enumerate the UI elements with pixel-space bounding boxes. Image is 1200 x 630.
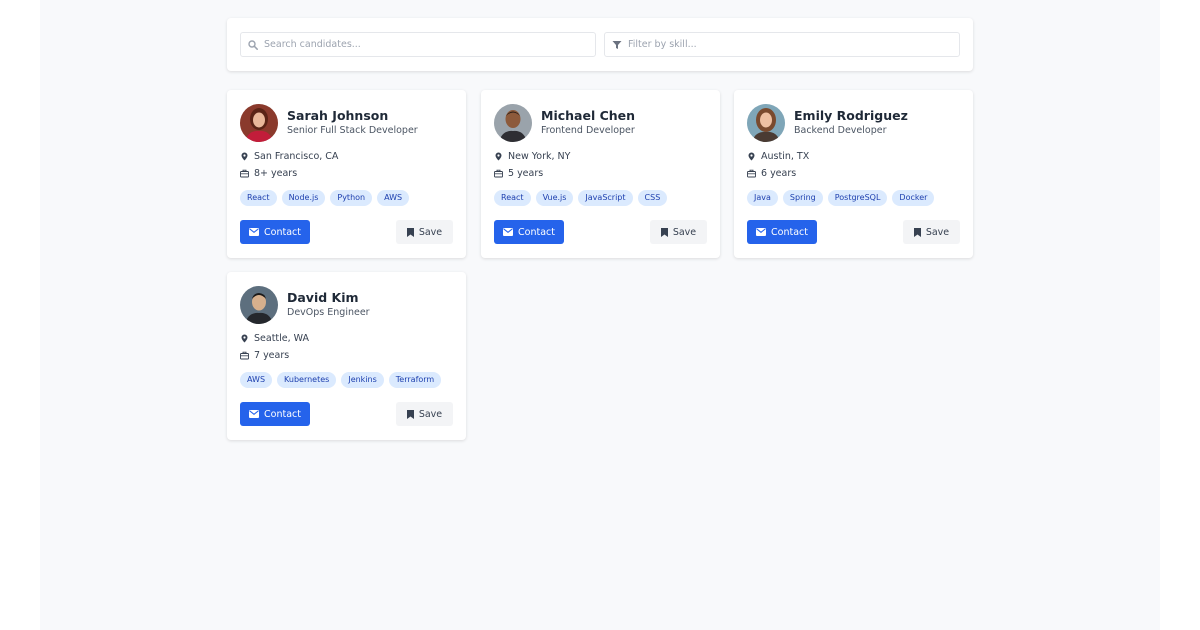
skill-tag: CSS (637, 190, 668, 206)
search-field[interactable] (240, 32, 596, 57)
filter-icon (612, 40, 622, 49)
avatar (494, 104, 532, 142)
save-label: Save (418, 226, 443, 238)
candidate-role: DevOps Engineer (287, 307, 370, 318)
skill-tag: Spring (782, 190, 823, 206)
map-pin-icon (241, 334, 248, 343)
candidate-card: Sarah Johnson Senior Full Stack Develope… (227, 90, 466, 258)
location-text: New York, NY (508, 151, 571, 162)
experience-text: 8+ years (254, 168, 298, 179)
contact-label: Contact (264, 226, 301, 238)
contact-button[interactable]: Contact (494, 220, 564, 244)
search-bar (227, 18, 973, 71)
skill-tag: Jenkins (341, 372, 384, 388)
save-label: Save (418, 408, 443, 420)
page-content: Sarah Johnson Senior Full Stack Develope… (40, 0, 1160, 630)
candidate-location: Austin, TX (747, 151, 809, 162)
candidate-card: Michael Chen Frontend Developer New York… (481, 90, 720, 258)
candidate-name: David Kim (287, 290, 359, 305)
avatar (240, 104, 278, 142)
skill-tags: AWS Kubernetes Jenkins Terraform (240, 372, 442, 388)
save-label: Save (672, 226, 697, 238)
experience-text: 6 years (761, 168, 797, 179)
skill-tag: AWS (240, 372, 273, 388)
map-pin-icon (495, 152, 502, 161)
skill-tag: PostgreSQL (827, 190, 888, 206)
save-button[interactable]: Save (903, 220, 960, 244)
briefcase-icon (494, 169, 503, 178)
candidate-name: Sarah Johnson (287, 108, 389, 123)
skill-tag: Vue.js (535, 190, 574, 206)
mail-icon (503, 228, 514, 236)
candidate-card: Emily Rodriguez Backend Developer Austin… (734, 90, 973, 258)
contact-button[interactable]: Contact (240, 402, 310, 426)
candidate-experience: 7 years (240, 350, 289, 361)
avatar (240, 286, 278, 324)
skill-tag: Python (330, 190, 373, 206)
bookmark-icon (660, 227, 668, 237)
filter-field[interactable] (604, 32, 960, 57)
briefcase-icon (240, 351, 249, 360)
avatar (747, 104, 785, 142)
skill-tag: Docker (892, 190, 935, 206)
briefcase-icon (747, 169, 756, 178)
candidate-role: Backend Developer (794, 125, 887, 136)
candidate-location: San Francisco, CA (240, 151, 338, 162)
location-text: San Francisco, CA (254, 151, 339, 162)
skill-tag: Java (747, 190, 778, 206)
search-icon (248, 39, 258, 50)
location-text: Seattle, WA (254, 333, 310, 344)
skill-tags: React Vue.js JavaScript CSS (494, 190, 668, 206)
contact-label: Contact (771, 226, 808, 238)
bookmark-icon (913, 227, 921, 237)
bookmark-icon (406, 227, 414, 237)
skill-tags: React Node.js Python AWS (240, 190, 410, 206)
mail-icon (249, 228, 260, 236)
mail-icon (756, 228, 767, 236)
experience-text: 7 years (254, 350, 290, 361)
contact-label: Contact (264, 408, 301, 420)
skill-tag: JavaScript (578, 190, 633, 206)
candidate-role: Senior Full Stack Developer (287, 125, 418, 136)
map-pin-icon (748, 152, 755, 161)
candidate-experience: 5 years (494, 168, 543, 179)
candidate-experience: 8+ years (240, 168, 297, 179)
skill-tag: React (240, 190, 277, 206)
candidate-experience: 6 years (747, 168, 796, 179)
filter-input[interactable] (628, 39, 948, 50)
save-label: Save (925, 226, 950, 238)
mail-icon (249, 410, 260, 418)
candidate-role: Frontend Developer (541, 125, 635, 136)
contact-button[interactable]: Contact (747, 220, 817, 244)
save-button[interactable]: Save (396, 220, 453, 244)
search-input[interactable] (264, 39, 584, 50)
contact-label: Contact (518, 226, 555, 238)
skill-tags: Java Spring PostgreSQL Docker (747, 190, 935, 206)
candidate-card: David Kim DevOps Engineer Seattle, WA 7 … (227, 272, 466, 440)
candidate-name: Emily Rodriguez (794, 108, 908, 123)
candidate-location: New York, NY (494, 151, 570, 162)
skill-tag: React (494, 190, 531, 206)
location-text: Austin, TX (761, 151, 810, 162)
skill-tag: Terraform (388, 372, 442, 388)
save-button[interactable]: Save (650, 220, 707, 244)
save-button[interactable]: Save (396, 402, 453, 426)
experience-text: 5 years (508, 168, 544, 179)
contact-button[interactable]: Contact (240, 220, 310, 244)
skill-tag: AWS (377, 190, 410, 206)
briefcase-icon (240, 169, 249, 178)
skill-tag: Kubernetes (277, 372, 337, 388)
bookmark-icon (406, 409, 414, 419)
candidate-location: Seattle, WA (240, 333, 309, 344)
candidate-name: Michael Chen (541, 108, 636, 123)
skill-tag: Node.js (281, 190, 326, 206)
map-pin-icon (241, 152, 248, 161)
